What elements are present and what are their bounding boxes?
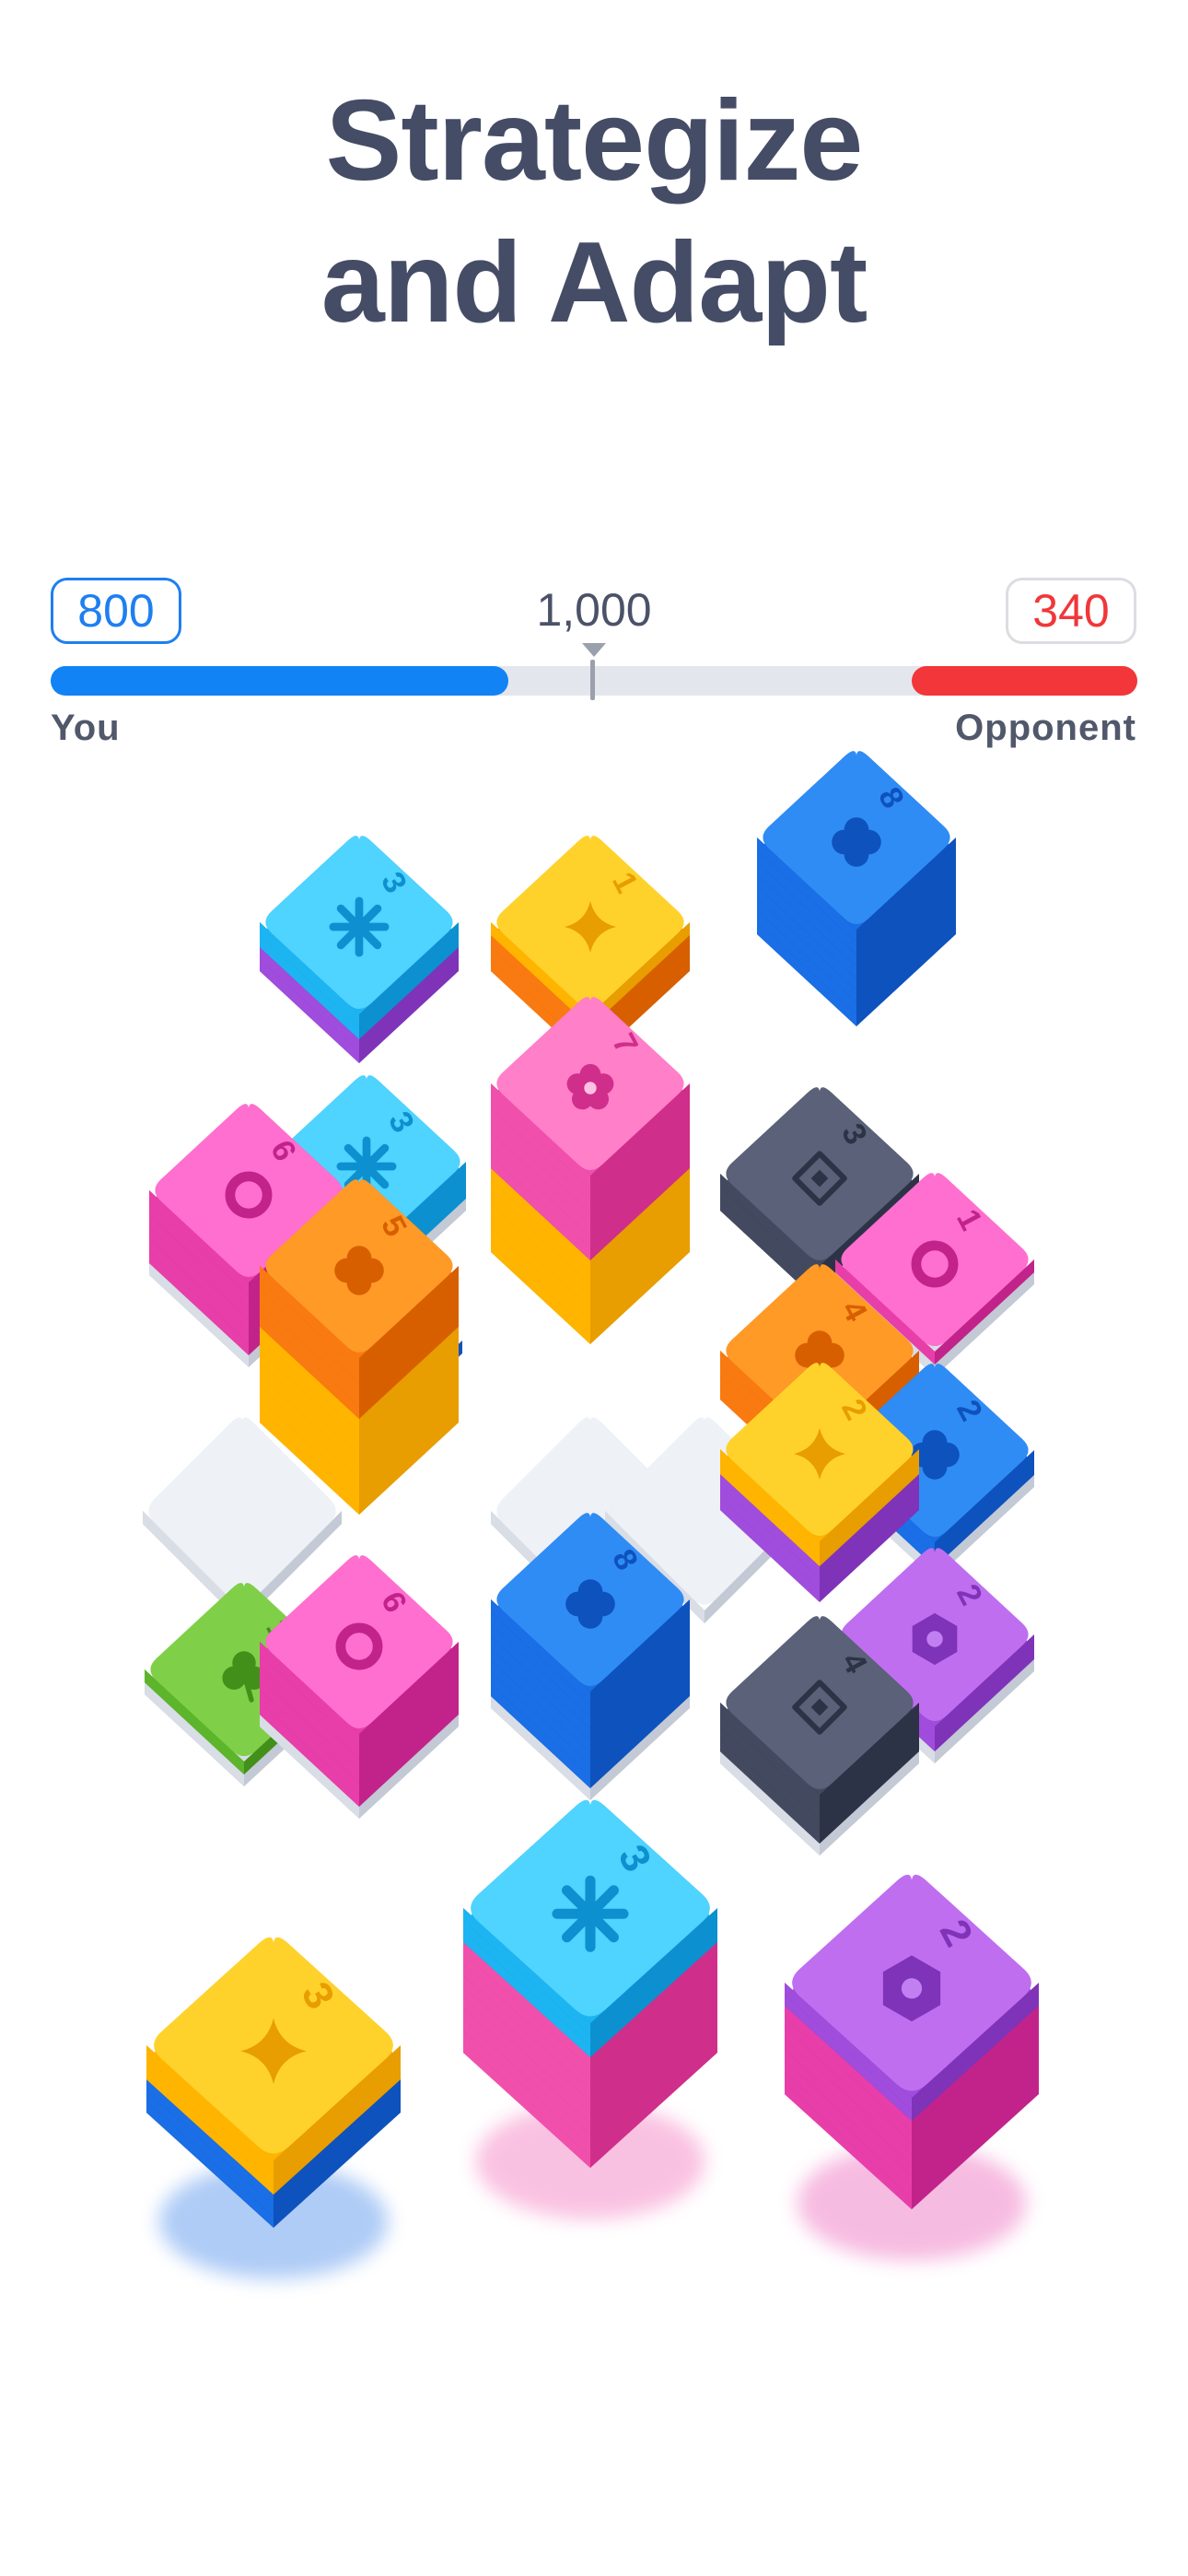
tile-stack-tray-purple[interactable]: 2 (785, 1874, 1039, 2261)
tile-stack-bottom-pink[interactable]: 6 (260, 1555, 459, 1819)
board-grid: 3183236711425221684 (143, 751, 1034, 1856)
game-board: 3183236711425221684 332 (143, 751, 1039, 2279)
tile-stack-tray-yellow[interactable]: 3 (146, 1937, 401, 2279)
tile-stack-tray-cyan[interactable]: 3 (463, 1799, 717, 2219)
asterisk-icon (552, 1875, 629, 1952)
tile-stack-top-blue[interactable]: 8 (757, 751, 956, 1026)
asterisk-icon (329, 896, 390, 957)
tile-stack-top-cyan[interactable]: 3 (260, 836, 459, 1063)
tile-stack-center-pink-tower[interactable]: 7 (491, 997, 690, 1344)
piece-tray: 332 (146, 1799, 1039, 2279)
